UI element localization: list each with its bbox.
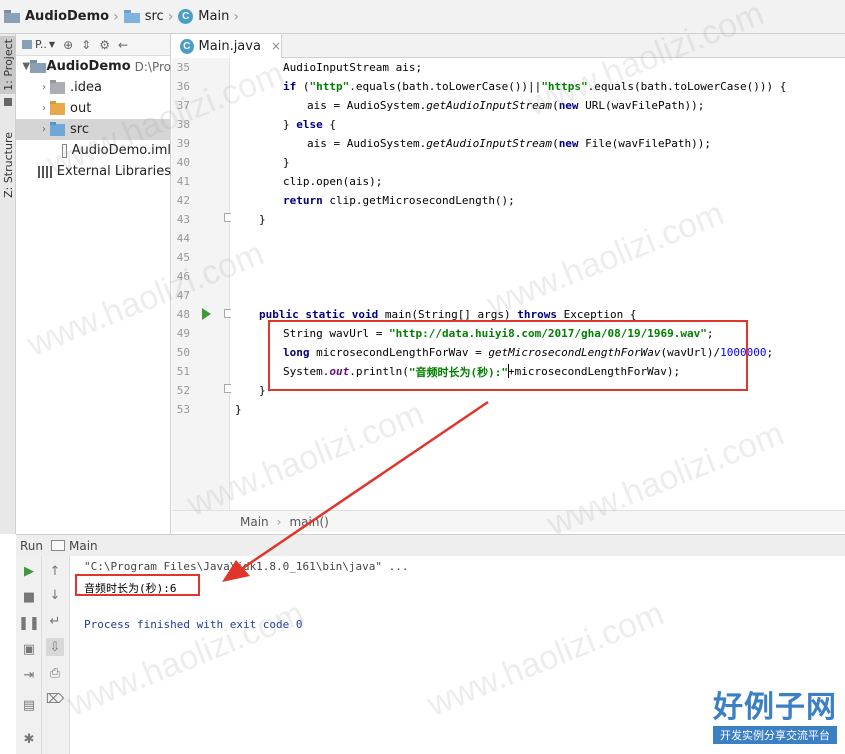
annotation-arrow: [222, 400, 489, 582]
site-logo: 好例子网 开发实例分享交流平台: [713, 682, 837, 744]
site-logo-tagline: 开发实例分享交流平台: [713, 726, 837, 744]
site-logo-name: 好例子网: [713, 690, 837, 725]
